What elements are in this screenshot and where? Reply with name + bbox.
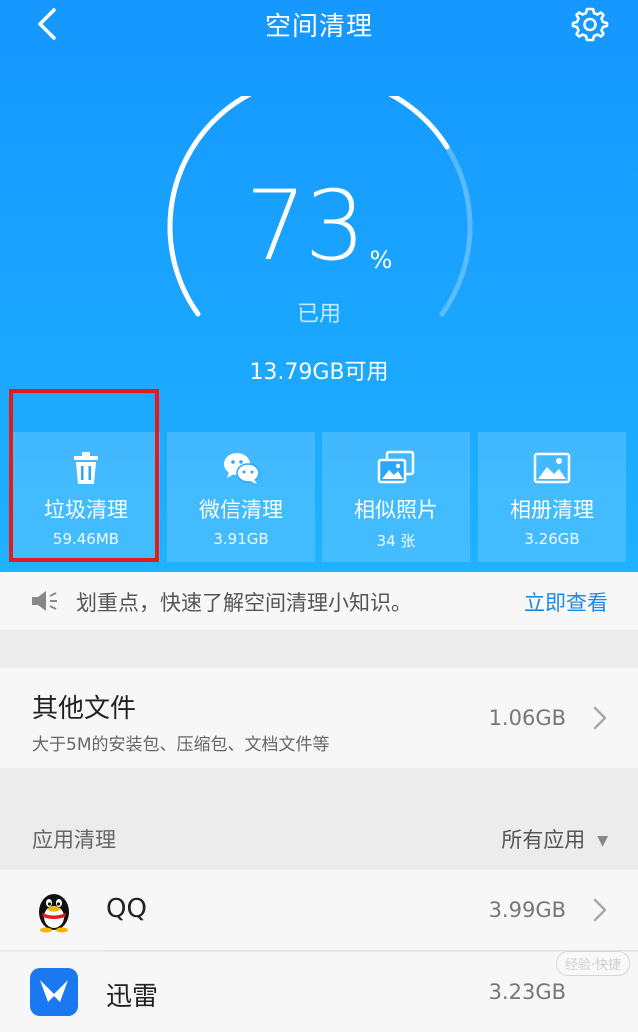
app-name: QQ: [106, 894, 147, 924]
used-label: 已用: [296, 302, 341, 327]
available-space: 13.79GB可用: [249, 360, 389, 385]
watermark: 经验·快捷: [555, 951, 630, 976]
usage-percent-sign: %: [369, 246, 393, 274]
tile-label: 相似照片: [354, 498, 438, 522]
other-files-title: 其他文件: [32, 694, 137, 724]
other-files-subtitle: 大于5M的安装包、压缩包、文档文件等: [32, 735, 330, 755]
app-clean-title: 应用清理: [32, 828, 116, 852]
app-size: 3.99GB: [488, 898, 566, 922]
tile-count: 34 张: [376, 532, 416, 550]
album-icon: [533, 452, 571, 484]
app-row-qq[interactable]: QQ 3.99GB: [0, 870, 638, 950]
tips-notice-bar: 划重点，快速了解空间清理小知识。 立即查看: [0, 572, 638, 630]
tips-text: 划重点，快速了解空间清理小知识。: [76, 591, 412, 615]
title-bar: 空间清理: [0, 0, 638, 50]
app-row-xunlei[interactable]: 迅雷 3.23GB: [0, 952, 638, 1032]
app-name: 迅雷: [106, 982, 159, 1012]
similar-photos-icon: [377, 450, 415, 484]
usage-percent-number: 73: [245, 170, 366, 282]
app-clean-section-header: 应用清理 所有应用 ▼: [0, 812, 638, 862]
tile-label: 相册清理: [510, 498, 594, 522]
other-files-row[interactable]: 其他文件 大于5M的安装包、压缩包、文档文件等 1.06GB: [0, 668, 638, 768]
other-files-size: 1.06GB: [488, 706, 566, 730]
gear-icon: [571, 7, 609, 42]
tile-size: 3.26GB: [524, 530, 580, 548]
row-divider: [104, 950, 638, 951]
tile-wechat-clean[interactable]: 微信清理 3.91GB: [167, 432, 315, 562]
tile-album-clean[interactable]: 相册清理 3.26GB: [478, 432, 626, 562]
settings-button[interactable]: [570, 4, 610, 44]
tile-similar-photos[interactable]: 相似照片 34 张: [322, 432, 470, 562]
app-filter-label: 所有应用: [501, 828, 586, 852]
qq-penguin-icon: [39, 894, 69, 933]
highlight-annotation-box: [9, 389, 159, 562]
app-size: 3.23GB: [488, 980, 566, 1004]
wechat-icon: [224, 453, 260, 484]
usage-percent: 73%: [0, 178, 638, 274]
chevron-right-icon: [593, 898, 607, 922]
speaker-icon: [32, 591, 57, 611]
tile-size: 3.91GB: [213, 530, 269, 548]
xunlei-icon: [30, 968, 78, 1016]
chevron-right-icon: [593, 706, 607, 730]
storage-hero: 空间清理 73% 已用 13.79GB可用 垃圾清理 59.46MB 微信清理 …: [0, 0, 638, 572]
tile-label: 微信清理: [199, 498, 283, 522]
app-filter-dropdown[interactable]: 所有应用 ▼: [501, 824, 608, 854]
view-now-link[interactable]: 立即查看: [524, 587, 608, 617]
page-title: 空间清理: [264, 12, 373, 42]
triangle-down-icon: ▼: [597, 833, 608, 849]
